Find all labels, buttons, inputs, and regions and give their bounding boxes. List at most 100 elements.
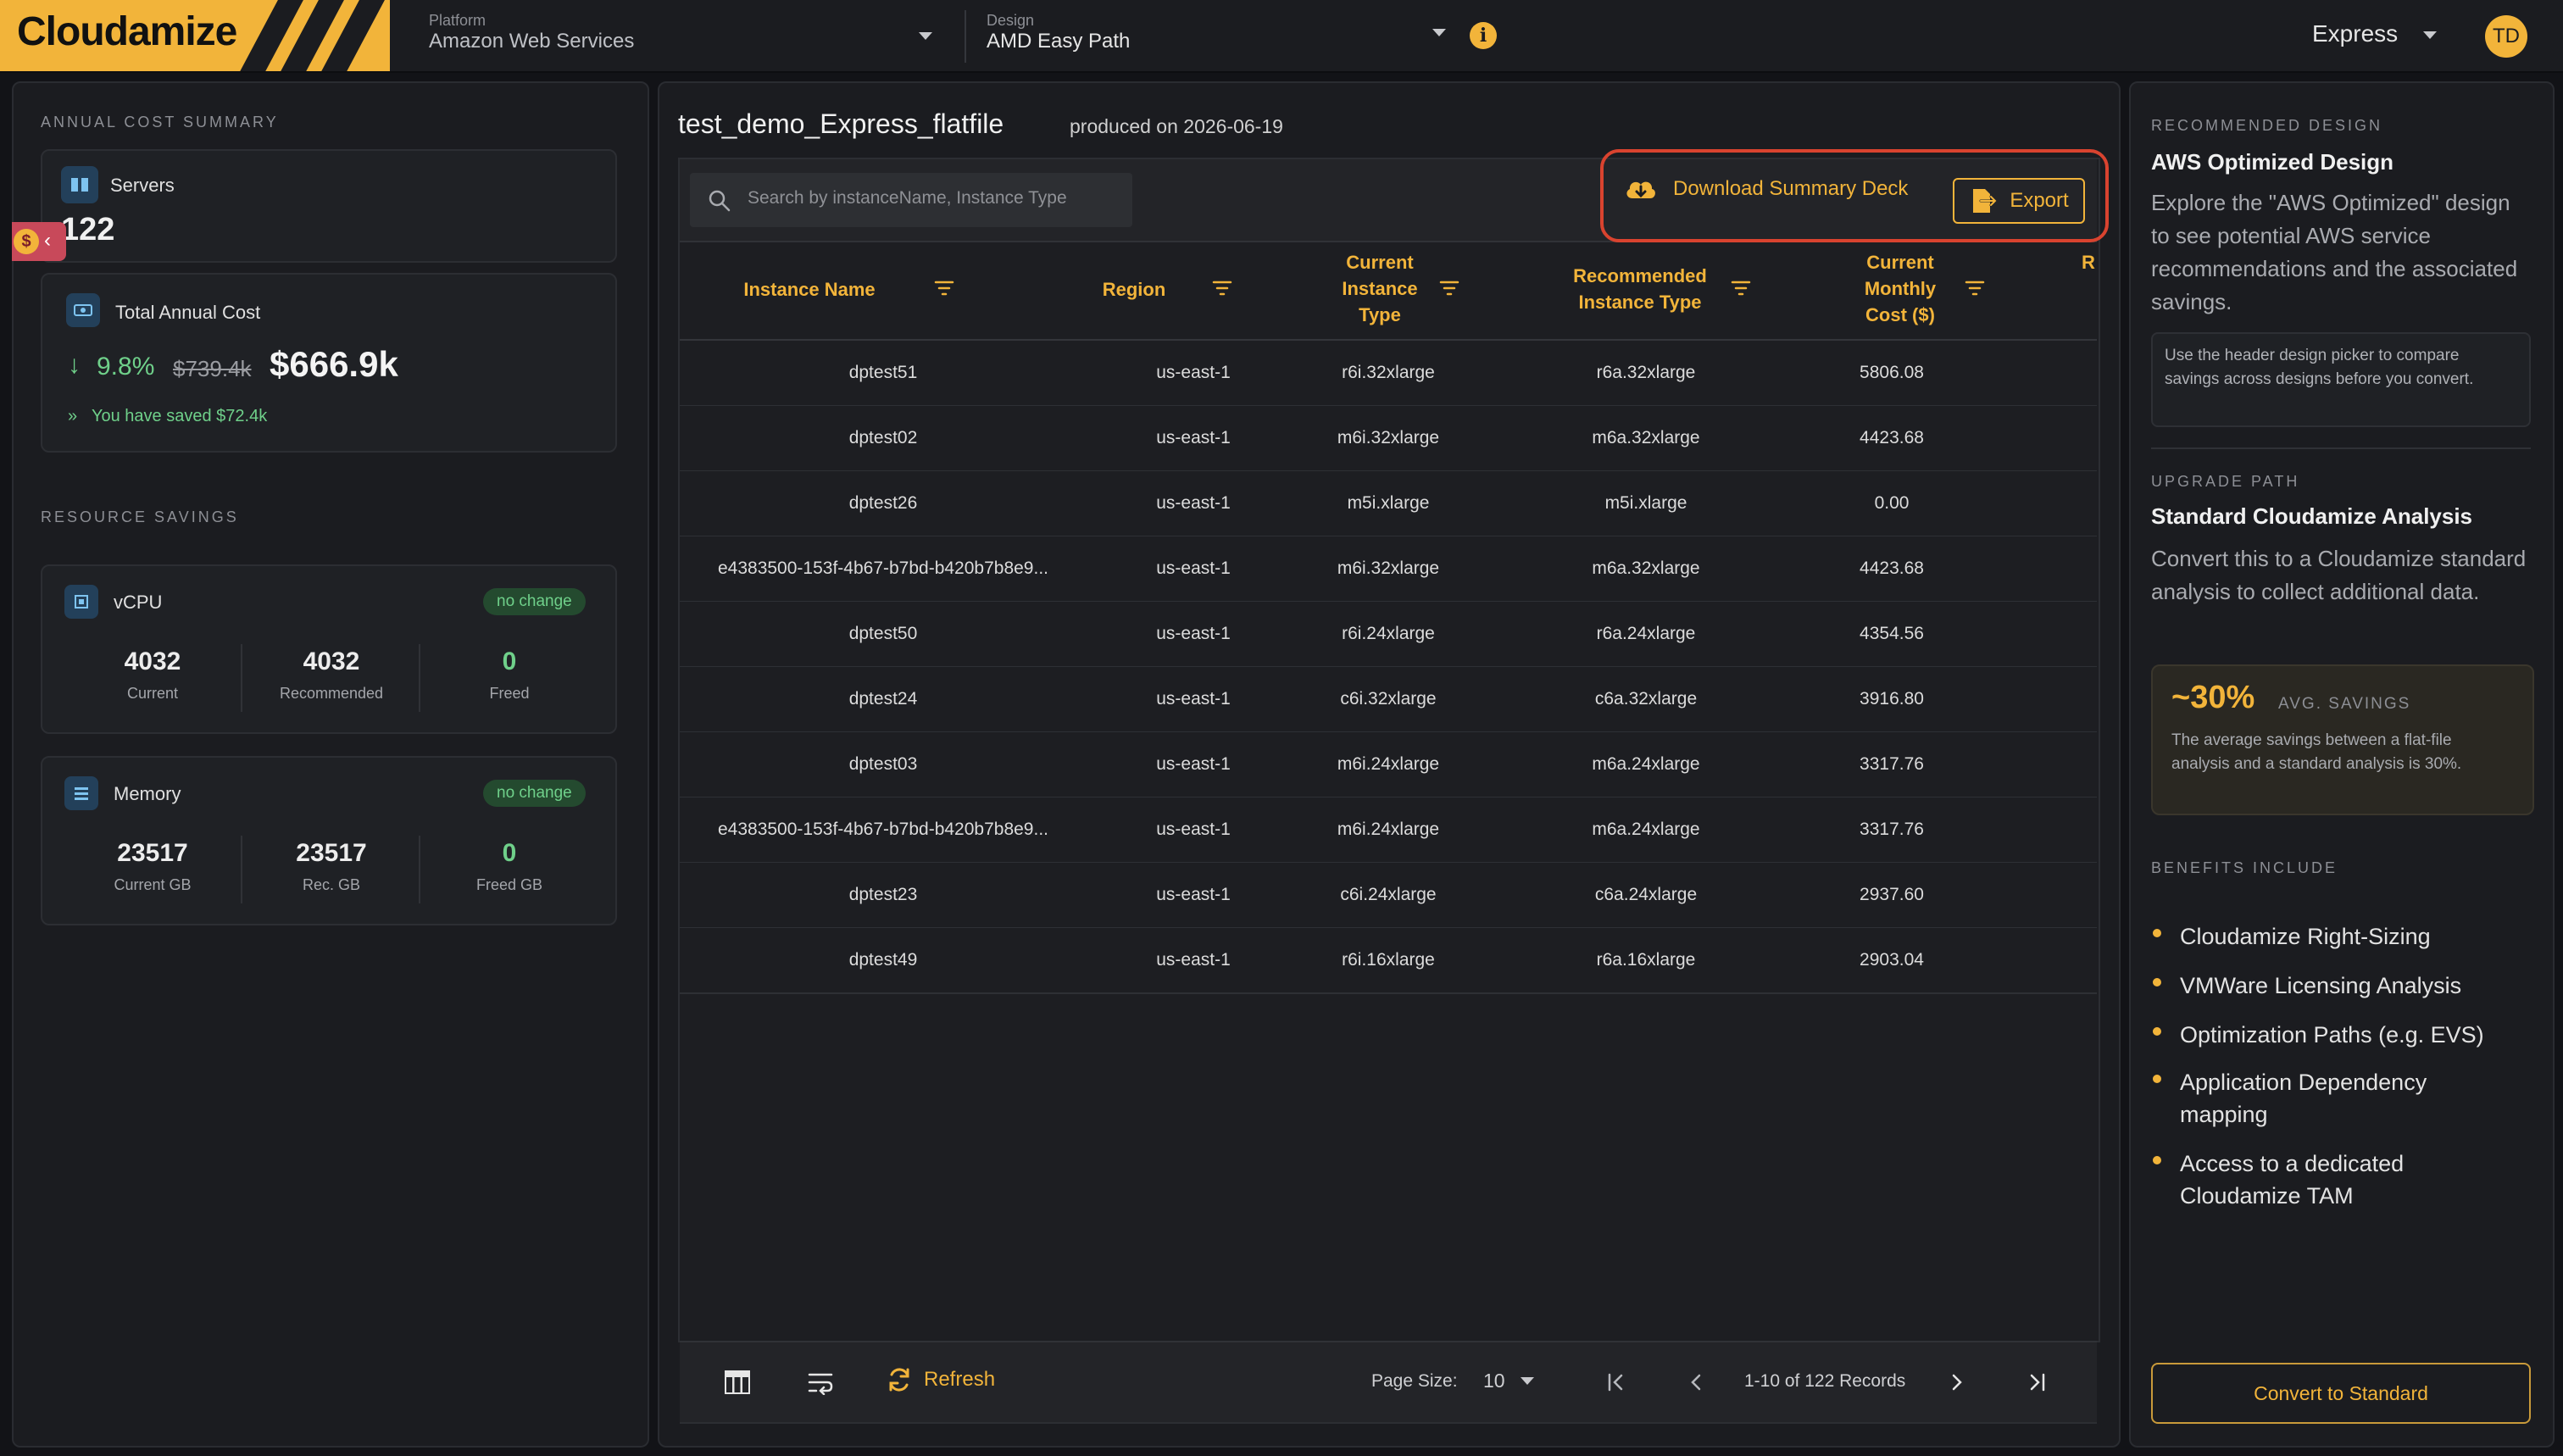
cell-instance-name: e4383500-153f-4b67-b7bd-b420b7b8e9... [717, 820, 1048, 839]
info-icon[interactable]: i [1470, 22, 1497, 49]
cell-instance-name: dptest23 [848, 885, 918, 904]
logo: Cloudamize [17, 9, 237, 54]
savings-label: AVG. SAVINGS [2278, 695, 2411, 713]
previous-page-icon[interactable] [1685, 1371, 1707, 1393]
design-select[interactable]: Design AMD Easy Path [987, 12, 1453, 63]
total-annual-cost-card: Total Annual Cost ↓ 9.8% $739.4k $666.9k… [41, 273, 617, 453]
design-value: AMD Easy Path [987, 30, 1131, 53]
platform-select[interactable]: Platform Amazon Web Services [429, 12, 937, 63]
wrap-text-icon[interactable] [807, 1371, 834, 1395]
table-row[interactable]: dptest26 us-east-1 m5i.xlarge m5i.xlarge… [680, 471, 2097, 537]
cell-instance-name: dptest24 [848, 689, 918, 709]
cell-monthly-cost: 2903.04 [1860, 950, 1924, 970]
cpu-icon [64, 585, 98, 619]
table-row[interactable]: dptest23 us-east-1 c6i.24xlarge c6a.24xl… [680, 863, 2097, 929]
cell-recommended-type: m6a.32xlarge [1592, 428, 1700, 447]
page-size-label: Page Size: [1371, 1371, 1458, 1391]
filter-icon[interactable] [1731, 280, 1751, 297]
annual-cost-summary-label: ANNUAL COST SUMMARY [41, 114, 279, 131]
previous-cost: $739.4k [173, 356, 252, 381]
cell-recommended-type: c6a.24xlarge [1594, 885, 1698, 904]
average-savings-box: ~30% AVG. SAVINGS The average savings be… [2151, 664, 2534, 815]
benefits-label: BENEFITS INCLUDE [2151, 859, 2338, 876]
cell-instance-name: dptest49 [848, 950, 918, 970]
refresh-label: Refresh [924, 1368, 996, 1391]
cell-monthly-cost: 3317.76 [1860, 820, 1924, 839]
next-page-icon[interactable] [1946, 1371, 1968, 1393]
vcpu-recommended-value: 4032 [303, 647, 360, 675]
table-row[interactable]: dptest50 us-east-1 r6i.24xlarge r6a.24xl… [680, 602, 2097, 668]
platform-value: Amazon Web Services [429, 30, 635, 53]
cell-instance-name: dptest02 [848, 428, 918, 447]
benefit-item: VMWare Licensing Analysis [2180, 973, 2462, 998]
table-row[interactable]: dptest03 us-east-1 m6i.24xlarge m6a.24xl… [680, 732, 2097, 798]
upgrade-path-label: UPGRADE PATH [2151, 473, 2300, 490]
cell-current-type: m6i.24xlarge [1337, 820, 1440, 839]
download-summary-deck-button[interactable]: Download Summary Deck [1624, 175, 1908, 203]
vcpu-title: vCPU [114, 592, 163, 613]
benefit-item: Cloudamize Right-Sizing [2180, 924, 2431, 949]
cell-region: us-east-1 [1156, 820, 1231, 839]
memory-freed-label: Freed GB [475, 876, 543, 893]
cash-icon [66, 293, 100, 327]
table-row[interactable]: dptest02 us-east-1 m6i.32xlarge m6a.32xl… [680, 406, 2097, 472]
memory-current-label: Current GB [114, 876, 192, 893]
filter-icon[interactable] [1965, 280, 1985, 297]
column-header-instance-name[interactable]: Instance Name [703, 276, 915, 303]
plan-select[interactable]: Express [2312, 20, 2437, 47]
design-picker-note: Use the header design picker to compare … [2151, 332, 2531, 427]
memory-recommended-label: Rec. GB [302, 876, 361, 893]
cell-monthly-cost: 0.00 [1874, 493, 1910, 513]
filter-icon[interactable] [1439, 280, 1459, 297]
table-row[interactable]: dptest24 us-east-1 c6i.32xlarge c6a.32xl… [680, 667, 2097, 733]
last-page-icon[interactable] [2026, 1371, 2048, 1393]
resource-savings-label: RESOURCE SAVINGS [41, 508, 239, 525]
refresh-button[interactable]: Refresh [887, 1366, 995, 1393]
table-row[interactable]: e4383500-153f-4b67-b7bd-b420b7b8e9... us… [680, 536, 2097, 603]
table-row[interactable]: dptest51 us-east-1 r6i.32xlarge r6a.32xl… [680, 341, 2097, 407]
chevron-down-icon [919, 32, 932, 40]
collapse-panel-button[interactable]: $ ‹ [12, 222, 66, 261]
design-label: Design [987, 12, 1035, 29]
double-chevron-down-icon: » [68, 407, 78, 425]
export-button[interactable]: Export [1953, 178, 2085, 224]
cell-recommended-type: r6a.24xlarge [1596, 624, 1696, 643]
filter-icon[interactable] [934, 280, 954, 297]
page-size-value: 10 [1483, 1370, 1505, 1392]
servers-count: 122 [61, 212, 115, 247]
cell-monthly-cost: 3317.76 [1860, 754, 1924, 774]
cell-recommended-type: m5i.xlarge [1604, 493, 1687, 513]
table-bottom-border [680, 1422, 2097, 1424]
cell-instance-name: dptest50 [848, 624, 918, 643]
cell-instance-name: dptest51 [848, 363, 918, 382]
column-header-truncated[interactable]: R [2080, 249, 2097, 275]
table-row[interactable]: e4383500-153f-4b67-b7bd-b420b7b8e9... us… [680, 797, 2097, 864]
cell-instance-name: dptest26 [848, 493, 918, 513]
bullet-icon [2153, 1075, 2161, 1083]
convert-to-standard-button[interactable]: Convert to Standard [2151, 1363, 2531, 1424]
page-size-select[interactable]: 10 [1483, 1370, 1534, 1392]
export-label: Export [2010, 189, 2069, 212]
cell-monthly-cost: 3916.80 [1860, 689, 1924, 709]
upgrade-path-title: Standard Cloudamize Analysis [2151, 503, 2473, 529]
section-divider [2151, 447, 2531, 449]
logo-block[interactable]: Cloudamize [0, 0, 390, 71]
memory-freed-value: 0 [502, 839, 517, 867]
recommended-design-body: Explore the "AWS Optimized" design to se… [2151, 190, 2518, 314]
column-header-current-instance-type[interactable]: Current Instance Type [1329, 249, 1431, 328]
cell-monthly-cost: 4354.56 [1860, 624, 1924, 643]
column-header-current-monthly-cost[interactable]: Current Monthly Cost ($) [1849, 249, 1951, 328]
columns-icon[interactable] [724, 1370, 751, 1395]
column-header-recommended-instance-type[interactable]: Recommended Instance Type [1559, 263, 1721, 315]
cell-region: us-east-1 [1156, 493, 1231, 513]
cell-current-type: c6i.24xlarge [1340, 885, 1437, 904]
table-row[interactable]: dptest49 us-east-1 r6i.16xlarge r6a.16xl… [680, 928, 2097, 994]
cell-region: us-east-1 [1156, 363, 1231, 382]
avatar[interactable]: TD [2485, 15, 2527, 58]
cell-current-type: m6i.24xlarge [1337, 754, 1440, 774]
column-header-region[interactable]: Region [1083, 276, 1185, 303]
platform-label: Platform [429, 12, 486, 29]
cell-region: us-east-1 [1156, 624, 1231, 643]
filter-icon[interactable] [1212, 280, 1232, 297]
first-page-icon[interactable] [1605, 1371, 1627, 1393]
